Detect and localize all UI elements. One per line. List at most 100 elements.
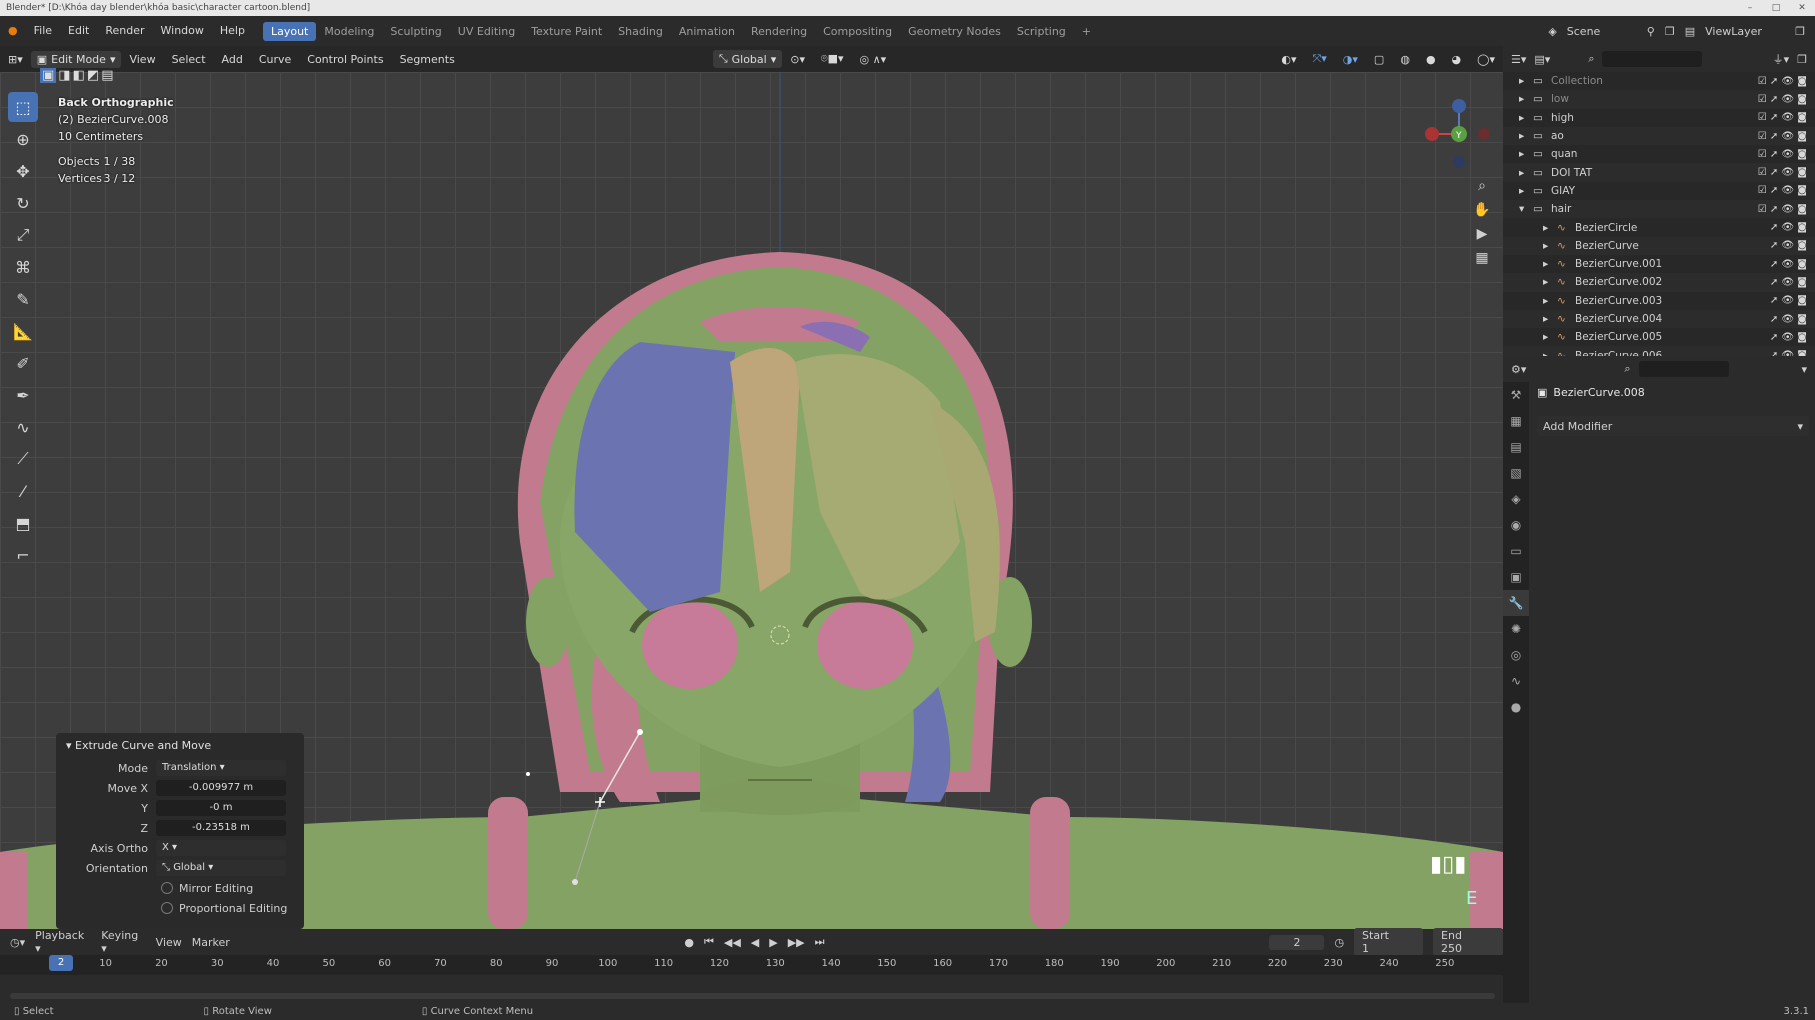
outliner-editor-type-icon[interactable]: ☰▾ (1511, 53, 1526, 66)
object-data-tab-icon[interactable]: ∿ (1503, 668, 1529, 694)
outliner-row[interactable]: ▸ ∿ BezierCurve.002 ➚ 👁 ◙ (1503, 273, 1815, 292)
maximize-button[interactable]: □ (1763, 0, 1789, 16)
outliner-search-input[interactable] (1602, 51, 1703, 67)
scale-tool-icon[interactable]: ⤢ (8, 220, 38, 250)
properties-search-input[interactable] (1638, 361, 1729, 377)
gizmo-icon[interactable]: ⤧▾ (1304, 52, 1334, 66)
menu-segments[interactable]: Segments (392, 53, 463, 66)
scene-name[interactable]: Scene (1567, 25, 1637, 38)
tab-texture-paint[interactable]: Texture Paint (523, 22, 610, 41)
expand-arrow-icon[interactable]: ▸ (1543, 313, 1548, 325)
select-intersect-icon[interactable]: ▤ (101, 68, 113, 83)
extrude-tool-icon[interactable]: ⬒ (8, 508, 38, 538)
select-invert-icon[interactable]: ◩ (87, 68, 99, 83)
visibility-toggles[interactable]: ☑ ➚ 👁 ◙ (1758, 76, 1807, 87)
visibility-toggles[interactable]: ➚ 👁 ◙ (1770, 277, 1807, 288)
visibility-toggles[interactable]: ➚ 👁 ◙ (1770, 332, 1807, 343)
transform-tool-icon[interactable]: ⌘ (8, 252, 38, 282)
start-field[interactable]: Start 1 (1354, 928, 1424, 956)
clock-icon[interactable]: ◷ (1334, 936, 1344, 949)
menu-file[interactable]: File (26, 16, 60, 46)
menu-keying[interactable]: Keying ▾ (101, 929, 145, 955)
mode-dropdown[interactable]: ▣ Edit Mode ▾ (30, 50, 122, 68)
collection-tab-icon[interactable]: ▭ (1503, 538, 1529, 564)
record-icon[interactable]: ● (684, 936, 694, 949)
modifier-tab-icon[interactable]: 🔧 (1503, 590, 1529, 616)
pan-hand-icon[interactable]: ✋ (1470, 198, 1494, 222)
curve-tool-icon[interactable]: ∿ (8, 412, 38, 442)
randomize-tool-icon[interactable]: ⌐ (8, 540, 38, 570)
menu-view[interactable]: View (121, 53, 163, 66)
visibility-icon[interactable]: ◐▾ (1273, 53, 1304, 66)
select-subtract-icon[interactable]: ◧ (73, 68, 85, 83)
visibility-toggles[interactable]: ➚ 👁 ◙ (1770, 314, 1807, 325)
outliner-row[interactable]: ▸ ∿ BezierCurve.005 ➚ 👁 ◙ (1503, 328, 1815, 346)
pen-tool-icon[interactable]: ✒ (8, 380, 38, 410)
measure-tool-icon[interactable]: 📐 (8, 316, 38, 346)
particles-tab-icon[interactable]: ✺ (1503, 616, 1529, 642)
orientation-dropdown[interactable]: ⤡ Global ▾ (712, 50, 783, 68)
tab-scripting[interactable]: Scripting (1009, 22, 1074, 41)
expand-arrow-icon[interactable]: ▸ (1519, 75, 1524, 87)
outliner-row[interactable]: ▸ ▭ Collection ☑ ➚ 👁 ◙ (1503, 72, 1815, 90)
editor-type-icon[interactable]: ⊞▾ (0, 53, 31, 66)
annotate-tool-icon[interactable]: ✎ (8, 284, 38, 314)
view-layer-icon[interactable]: ▤ (1685, 25, 1695, 38)
menu-control-points[interactable]: Control Points (299, 53, 391, 66)
mode-dropdown-field[interactable]: Translation ▾ (156, 760, 286, 776)
visibility-toggles[interactable]: ☑ ➚ 👁 ◙ (1758, 204, 1807, 215)
pivot-icon[interactable]: ⊙▾ (782, 53, 813, 66)
expand-arrow-icon[interactable]: ▸ (1543, 295, 1548, 307)
play-reverse-icon[interactable]: ◀ (751, 936, 759, 949)
expand-arrow-icon[interactable]: ▸ (1519, 130, 1524, 142)
outliner-row[interactable]: ▸ ▭ high ☑ ➚ 👁 ◙ (1503, 109, 1815, 127)
snap-icon[interactable]: ⌾■▾ (813, 52, 852, 66)
orientation-field-dropdown[interactable]: ⤡ Global ▾ (156, 860, 286, 876)
visibility-toggles[interactable]: ☑ ➚ 👁 ◙ (1758, 167, 1807, 178)
xray-icon[interactable]: ▢ (1366, 53, 1392, 66)
frame-ruler[interactable]: 10 20 30 40 50 60 70 80 90 100 110 120 130 140 150 160 1… (0, 955, 1503, 975)
visibility-toggles[interactable]: ➚ 👁 ◙ (1770, 259, 1807, 270)
tab-sculpting[interactable]: Sculpting (382, 22, 449, 41)
move-y-field[interactable]: -0 m (156, 800, 286, 816)
expand-arrow-icon[interactable]: ▸ (1543, 331, 1548, 343)
select-box-tool-icon[interactable]: ⬚ (8, 92, 38, 122)
shading-material-icon[interactable]: ◕ (1444, 53, 1470, 66)
menu-timeline-view[interactable]: View (156, 936, 182, 949)
view-layer-tab-icon[interactable]: ▧ (1503, 460, 1529, 486)
outliner-row[interactable]: ▸ ▭ ao ☑ ➚ 👁 ◙ (1503, 126, 1815, 146)
filter-icon[interactable]: ⏚▾ (1773, 51, 1790, 67)
visibility-toggles[interactable]: ☑ ➚ 👁 ◙ (1758, 131, 1807, 142)
expand-arrow-icon[interactable]: ▸ (1543, 276, 1548, 288)
tilt-tool-icon[interactable]: ⟋ (8, 444, 38, 474)
timeline-editor-type-icon[interactable]: ◷▾ (10, 936, 25, 949)
tool-tab-icon[interactable]: ⚒ (1503, 382, 1529, 408)
scene-tab-icon[interactable]: ◈ (1503, 486, 1529, 512)
current-frame-field[interactable]: 2 (1269, 934, 1325, 950)
expand-arrow-icon[interactable]: ▸ (1543, 222, 1548, 234)
playhead[interactable]: 2 (49, 955, 73, 971)
expand-arrow-icon[interactable]: ▾ (1519, 203, 1524, 215)
tab-rendering[interactable]: Rendering (743, 22, 815, 41)
select-new-icon[interactable]: ▣ (40, 68, 57, 83)
expand-arrow-icon[interactable]: ▸ (1543, 240, 1548, 252)
select-extend-icon[interactable]: ◨ (58, 68, 70, 83)
physics-tab-icon[interactable]: ◎ (1503, 642, 1529, 668)
zoom-icon[interactable]: ⌕ (1470, 174, 1494, 198)
menu-window[interactable]: Window (153, 16, 212, 46)
outliner-row[interactable]: ▸ ▭ DOI TAT ☑ ➚ 👁 ◙ (1503, 163, 1815, 182)
overlay-icon[interactable]: ◑▾ (1335, 53, 1366, 66)
play-icon[interactable]: ▶ (769, 936, 777, 949)
properties-object-name[interactable]: BezierCurve.008 (1553, 386, 1644, 399)
rotate-tool-icon[interactable]: ↻ (8, 188, 38, 218)
menu-edit[interactable]: Edit (60, 16, 97, 46)
tab-animation[interactable]: Animation (671, 22, 743, 41)
next-keyframe-icon[interactable]: ▶▶ (788, 936, 805, 949)
outliner-row[interactable]: ▸ ∿ BezierCircle ➚ 👁 ◙ (1503, 218, 1815, 236)
outliner-row[interactable]: ▸ ∿ BezierCurve.001 ➚ 👁 ◙ (1503, 255, 1815, 273)
world-tab-icon[interactable]: ◉ (1503, 512, 1529, 538)
visibility-toggles[interactable]: ☑ ➚ 👁 ◙ (1758, 149, 1807, 160)
shading-wire-icon[interactable]: ◍ (1392, 53, 1418, 66)
menu-playback[interactable]: Playback ▾ (35, 929, 91, 955)
tab-compositing[interactable]: Compositing (815, 22, 900, 41)
